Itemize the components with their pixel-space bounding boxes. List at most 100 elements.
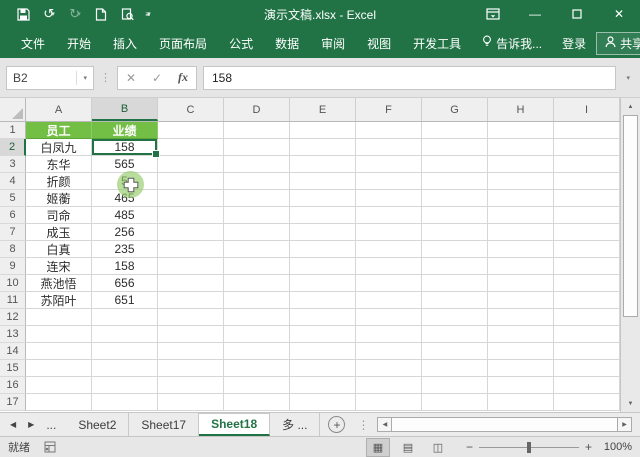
cell-C12[interactable]	[158, 309, 224, 326]
cell-A5[interactable]: 姬蘅	[26, 190, 92, 207]
cell-C11[interactable]	[158, 292, 224, 309]
cell-E8[interactable]	[290, 241, 356, 258]
cell-E7[interactable]	[290, 224, 356, 241]
page-break-view-button[interactable]: ◫	[426, 438, 450, 457]
cell-H16[interactable]	[488, 377, 554, 394]
zoom-out-button[interactable]: −	[466, 440, 473, 454]
cell-E13[interactable]	[290, 326, 356, 343]
name-box[interactable]: B2 ▾	[6, 66, 94, 90]
cell-D8[interactable]	[224, 241, 290, 258]
cell-G3[interactable]	[422, 156, 488, 173]
cell-F11[interactable]	[356, 292, 422, 309]
zoom-slider[interactable]	[479, 442, 579, 453]
cell-A6[interactable]: 司命	[26, 207, 92, 224]
vertical-scroll-thumb[interactable]	[623, 115, 638, 317]
ribbon-tab-审阅[interactable]: 审阅	[310, 28, 356, 58]
cell-B3[interactable]: 565	[92, 156, 158, 173]
cell-C2[interactable]	[158, 139, 224, 156]
undo-button[interactable]: ↺▾	[38, 4, 60, 24]
cell-D2[interactable]	[224, 139, 290, 156]
save-icon[interactable]	[12, 4, 34, 24]
cell-D13[interactable]	[224, 326, 290, 343]
cell-E15[interactable]	[290, 360, 356, 377]
cell-F3[interactable]	[356, 156, 422, 173]
customize-qat-icon[interactable]: ≡▾	[142, 4, 154, 24]
cell-D11[interactable]	[224, 292, 290, 309]
cell-A2[interactable]: 白凤九	[26, 139, 92, 156]
cell-G15[interactable]	[422, 360, 488, 377]
cell-F14[interactable]	[356, 343, 422, 360]
row-header-11[interactable]: 11	[0, 292, 26, 309]
row-header-6[interactable]: 6	[0, 207, 26, 224]
cell-H14[interactable]	[488, 343, 554, 360]
column-header-B[interactable]: B	[92, 98, 158, 121]
ribbon-tab-视图[interactable]: 视图	[356, 28, 402, 58]
cell-H15[interactable]	[488, 360, 554, 377]
cell-G13[interactable]	[422, 326, 488, 343]
cell-D3[interactable]	[224, 156, 290, 173]
cell-B2[interactable]: 158	[92, 139, 158, 156]
sheet-more-button[interactable]: ...	[46, 418, 56, 432]
row-header-8[interactable]: 8	[0, 241, 26, 258]
expand-formula-bar-icon[interactable]: ▾	[622, 74, 634, 82]
cell-B16[interactable]	[92, 377, 158, 394]
cell-H3[interactable]	[488, 156, 554, 173]
undo-dropdown-icon[interactable]: ▾	[51, 10, 55, 18]
row-header-12[interactable]: 12	[0, 309, 26, 326]
cell-F4[interactable]	[356, 173, 422, 190]
cell-D1[interactable]	[224, 122, 290, 139]
row-header-2[interactable]: 2	[0, 139, 26, 156]
cell-H8[interactable]	[488, 241, 554, 258]
cell-F8[interactable]	[356, 241, 422, 258]
column-header-G[interactable]: G	[422, 98, 488, 121]
cell-C7[interactable]	[158, 224, 224, 241]
cell-C9[interactable]	[158, 258, 224, 275]
cell-G14[interactable]	[422, 343, 488, 360]
cell-F17[interactable]	[356, 394, 422, 411]
vertical-scroll-track[interactable]	[621, 115, 640, 395]
cell-C17[interactable]	[158, 394, 224, 411]
cell-H13[interactable]	[488, 326, 554, 343]
cell-G17[interactable]	[422, 394, 488, 411]
cell-D5[interactable]	[224, 190, 290, 207]
column-header-I[interactable]: I	[554, 98, 620, 121]
cell-I8[interactable]	[554, 241, 620, 258]
row-header-16[interactable]: 16	[0, 377, 26, 394]
cell-H2[interactable]	[488, 139, 554, 156]
cell-D6[interactable]	[224, 207, 290, 224]
cell-A4[interactable]: 折颜	[26, 173, 92, 190]
cell-A1[interactable]: 员工	[26, 122, 92, 139]
vertical-scrollbar[interactable]: ▲ ▼	[620, 98, 640, 412]
cell-B14[interactable]	[92, 343, 158, 360]
cell-H7[interactable]	[488, 224, 554, 241]
share-button[interactable]: 共享	[596, 32, 640, 55]
minimize-button[interactable]: —	[514, 0, 556, 28]
cell-G8[interactable]	[422, 241, 488, 258]
ribbon-tab-插入[interactable]: 插入	[102, 28, 148, 58]
row-header-13[interactable]: 13	[0, 326, 26, 343]
cell-H11[interactable]	[488, 292, 554, 309]
cell-A14[interactable]	[26, 343, 92, 360]
insert-function-icon[interactable]: fx	[170, 70, 196, 85]
print-preview-icon[interactable]	[116, 4, 138, 24]
cell-C13[interactable]	[158, 326, 224, 343]
cell-G9[interactable]	[422, 258, 488, 275]
cell-I16[interactable]	[554, 377, 620, 394]
ribbon-tab-数据[interactable]: 数据	[264, 28, 310, 58]
cell-D15[interactable]	[224, 360, 290, 377]
cell-F5[interactable]	[356, 190, 422, 207]
cell-D16[interactable]	[224, 377, 290, 394]
cell-H4[interactable]	[488, 173, 554, 190]
cell-I17[interactable]	[554, 394, 620, 411]
cell-H1[interactable]	[488, 122, 554, 139]
cell-F12[interactable]	[356, 309, 422, 326]
macro-record-icon[interactable]	[44, 441, 56, 453]
cell-H17[interactable]	[488, 394, 554, 411]
cell-A3[interactable]: 东华	[26, 156, 92, 173]
cell-F15[interactable]	[356, 360, 422, 377]
scroll-left-icon[interactable]: ◀	[377, 417, 392, 432]
cell-F1[interactable]	[356, 122, 422, 139]
cell-D9[interactable]	[224, 258, 290, 275]
maximize-button[interactable]	[556, 0, 598, 28]
cell-B13[interactable]	[92, 326, 158, 343]
